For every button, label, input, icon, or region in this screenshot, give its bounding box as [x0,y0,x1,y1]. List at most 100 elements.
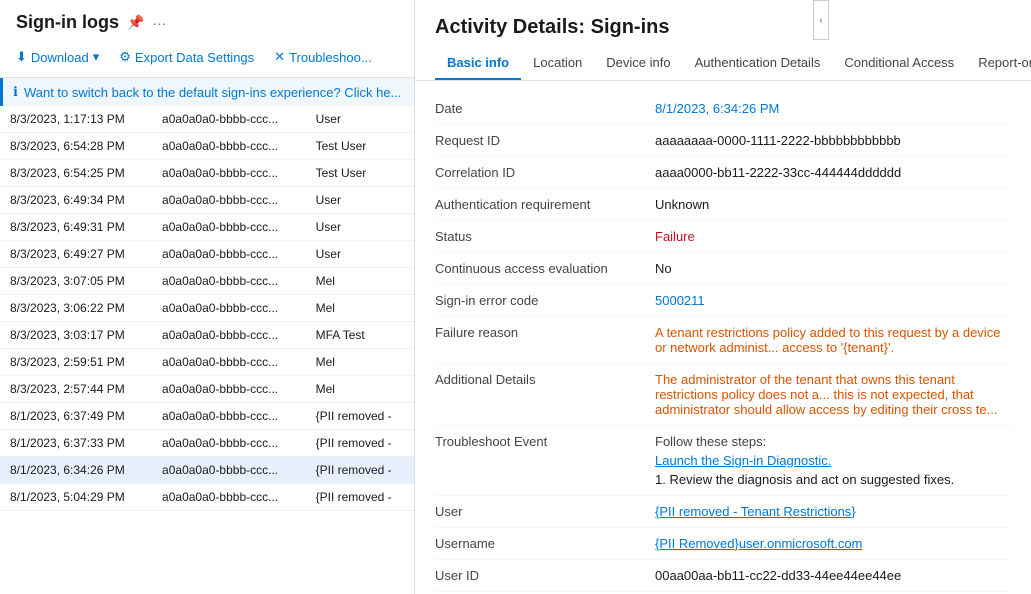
detail-label: Continuous access evaluation [435,261,655,276]
detail-row: Additional DetailsThe administrator of t… [435,364,1011,426]
log-id: a0a0a0a0-bbbb-ccc... [152,106,306,133]
table-row[interactable]: 8/3/2023, 6:54:25 PM a0a0a0a0-bbbb-ccc..… [0,160,414,187]
download-button[interactable]: ⬇ Download ▾ [8,45,107,69]
log-user: MFA Test [306,322,414,349]
info-icon: ℹ [13,84,18,100]
detail-label: Username [435,536,655,551]
tab-conditional-access[interactable]: Conditional Access [832,47,966,80]
log-user: User [306,187,414,214]
table-row[interactable]: 8/3/2023, 6:49:27 PM a0a0a0a0-bbbb-ccc..… [0,241,414,268]
detail-value: No [655,261,1011,276]
table-row[interactable]: 8/3/2023, 3:07:05 PM a0a0a0a0-bbbb-ccc..… [0,268,414,295]
detail-label: Request ID [435,133,655,148]
table-row[interactable]: 8/3/2023, 6:49:31 PM a0a0a0a0-bbbb-ccc..… [0,214,414,241]
log-user: {PII removed - [306,403,414,430]
troubleshoot-label: Troubleshoo... [289,50,372,65]
download-chevron-icon: ▾ [93,49,100,65]
table-row[interactable]: 8/3/2023, 3:06:22 PM a0a0a0a0-bbbb-ccc..… [0,295,414,322]
detail-value: 00aa00aa-bb11-cc22-dd33-44ee44ee44ee [655,568,1011,583]
log-date: 8/3/2023, 2:57:44 PM [0,376,152,403]
export-label: Export Data Settings [135,50,254,65]
log-id: a0a0a0a0-bbbb-ccc... [152,268,306,295]
detail-value: 5000211 [655,293,1011,308]
detail-value: aaaaaaaa-0000-1111-2222-bbbbbbbbbbbb [655,133,1011,148]
table-row[interactable]: 8/3/2023, 1:17:13 PM a0a0a0a0-bbbb-ccc..… [0,106,414,133]
detail-value: Failure [655,229,1011,244]
log-user: {PII removed - [306,484,414,511]
left-header: Sign-in logs 📌 ··· [0,0,414,41]
detail-content[interactable]: Date8/1/2023, 6:34:26 PM Request IDaaaaaa… [415,81,1031,594]
detail-row: Date8/1/2023, 6:34:26 PM [435,93,1011,125]
detail-title: Activity Details: Sign-ins [415,0,1031,47]
log-scroll-area[interactable]: 8/3/2023, 1:17:13 PM a0a0a0a0-bbbb-ccc..… [0,106,414,594]
log-date: 8/1/2023, 6:37:33 PM [0,430,152,457]
log-user: Test User [306,160,414,187]
log-date: 8/3/2023, 6:49:27 PM [0,241,152,268]
table-row[interactable]: 8/1/2023, 6:37:49 PM a0a0a0a0-bbbb-ccc..… [0,403,414,430]
table-row[interactable]: 8/3/2023, 6:54:28 PM a0a0a0a0-bbbb-ccc..… [0,133,414,160]
table-row[interactable]: 8/3/2023, 2:59:51 PM a0a0a0a0-bbbb-ccc..… [0,349,414,376]
log-user: Test User [306,133,414,160]
tab-bar: Basic infoLocationDevice infoAuthenticat… [415,47,1031,81]
log-date: 8/3/2023, 3:03:17 PM [0,322,152,349]
detail-label: Additional Details [435,372,655,387]
troubleshoot-button[interactable]: ✕ Troubleshoo... [266,45,380,69]
detail-label: Troubleshoot Event [435,434,655,449]
log-id: a0a0a0a0-bbbb-ccc... [152,133,306,160]
detail-value: aaaa0000-bb11-2222-33cc-444444dddddd [655,165,1011,180]
detail-label: Status [435,229,655,244]
log-table: 8/3/2023, 1:17:13 PM a0a0a0a0-bbbb-ccc..… [0,106,414,511]
log-date: 8/3/2023, 3:07:05 PM [0,268,152,295]
detail-row: Username{PII Removed}user.onmicrosoft.co… [435,528,1011,560]
detail-row: User ID00aa00aa-bb11-cc22-dd33-44ee44ee4… [435,560,1011,592]
table-row[interactable]: 8/3/2023, 2:57:44 PM a0a0a0a0-bbbb-ccc..… [0,376,414,403]
collapse-panel-button[interactable]: ‹ [813,0,829,40]
log-user: Mel [306,376,414,403]
export-icon: ⚙ [119,49,131,65]
log-id: a0a0a0a0-bbbb-ccc... [152,322,306,349]
tab-report-only[interactable]: Report-only [966,47,1031,80]
info-banner-text: Want to switch back to the default sign-… [24,85,401,100]
troubleshoot-icon: ✕ [274,49,285,65]
tab-location[interactable]: Location [521,47,594,80]
table-row[interactable]: 8/3/2023, 3:03:17 PM a0a0a0a0-bbbb-ccc..… [0,322,414,349]
log-id: a0a0a0a0-bbbb-ccc... [152,457,306,484]
detail-value: A tenant restrictions policy added to th… [655,325,1011,355]
follow-steps-text: Follow these steps: [655,434,1011,449]
detail-value: The administrator of the tenant that own… [655,372,1011,417]
detail-row: StatusFailure [435,221,1011,253]
tab-basic-info[interactable]: Basic info [435,47,521,80]
right-panel: Activity Details: Sign-ins Basic infoLoc… [415,0,1031,594]
log-user: Mel [306,295,414,322]
log-id: a0a0a0a0-bbbb-ccc... [152,430,306,457]
log-id: a0a0a0a0-bbbb-ccc... [152,214,306,241]
detail-row: Continuous access evaluationNo [435,253,1011,285]
detail-row: Failure reasonA tenant restrictions poli… [435,317,1011,364]
log-date: 8/3/2023, 6:49:31 PM [0,214,152,241]
log-date: 8/1/2023, 6:34:26 PM [0,457,152,484]
detail-label: User ID [435,568,655,583]
tab-device-info[interactable]: Device info [594,47,682,80]
export-button[interactable]: ⚙ Export Data Settings [111,45,262,69]
detail-label: Authentication requirement [435,197,655,212]
table-row[interactable]: 8/1/2023, 6:37:33 PM a0a0a0a0-bbbb-ccc..… [0,430,414,457]
log-user: Mel [306,268,414,295]
more-options-icon[interactable]: ··· [152,15,166,31]
table-row[interactable]: 8/3/2023, 6:49:34 PM a0a0a0a0-bbbb-ccc..… [0,187,414,214]
detail-label: Sign-in error code [435,293,655,308]
log-id: a0a0a0a0-bbbb-ccc... [152,403,306,430]
table-row[interactable]: 8/1/2023, 6:34:26 PM a0a0a0a0-bbbb-ccc..… [0,457,414,484]
table-row[interactable]: 8/1/2023, 5:04:29 PM a0a0a0a0-bbbb-ccc..… [0,484,414,511]
detail-label: User [435,504,655,519]
log-id: a0a0a0a0-bbbb-ccc... [152,160,306,187]
tab-authentication-details[interactable]: Authentication Details [683,47,833,80]
pin-icon[interactable]: 📌 [127,14,144,31]
detail-value: 8/1/2023, 6:34:26 PM [655,101,1011,116]
log-date: 8/3/2023, 3:06:22 PM [0,295,152,322]
log-user: User [306,214,414,241]
log-id: a0a0a0a0-bbbb-ccc... [152,295,306,322]
detail-label: Correlation ID [435,165,655,180]
detail-value: Follow these steps: Launch the Sign-in D… [655,434,1011,487]
launch-diagnostic-link[interactable]: Launch the Sign-in Diagnostic. [655,453,1011,468]
page-title: Sign-in logs [16,12,119,33]
